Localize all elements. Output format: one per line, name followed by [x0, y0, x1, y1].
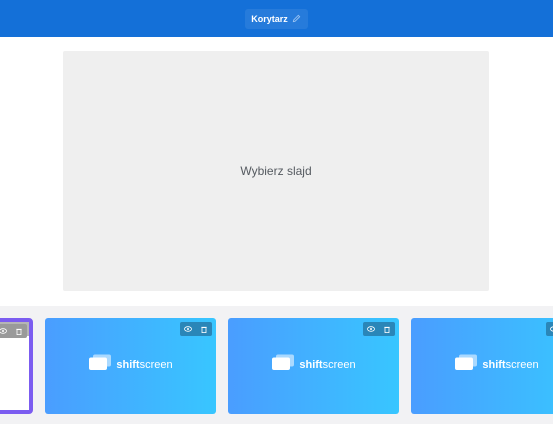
logo-text: shiftscreen: [299, 359, 356, 371]
preview-placeholder: Wybierz slajd: [240, 164, 312, 178]
slides-strip[interactable]: shiftscreen shiftscreen shiftscreen: [0, 306, 553, 424]
pencil-icon[interactable]: [292, 14, 302, 24]
trash-icon[interactable]: [379, 322, 395, 336]
trash-icon[interactable]: [196, 322, 212, 336]
slide-logo: shiftscreen: [45, 354, 216, 376]
board-title[interactable]: Korytarz: [251, 14, 288, 24]
eye-icon[interactable]: [363, 322, 379, 336]
logo-text: shiftscreen: [482, 359, 539, 371]
logo-text: shiftscreen: [116, 359, 173, 371]
slide-thumbnail[interactable]: shiftscreen: [411, 318, 553, 414]
board-title-chip[interactable]: Korytarz: [245, 8, 308, 29]
slide-logo: shiftscreen: [411, 354, 553, 376]
strip-bottom-gap: [0, 424, 553, 435]
slide-logo: shiftscreen: [228, 354, 399, 376]
slide-thumbnail[interactable]: shiftscreen: [45, 318, 216, 414]
slide-thumbnail-selected[interactable]: [0, 318, 33, 414]
shiftscreen-logo-icon: [88, 354, 112, 376]
eye-icon[interactable]: [180, 322, 196, 336]
slide-tools: [180, 322, 212, 336]
eye-icon[interactable]: [0, 324, 11, 338]
slide-tools: [0, 324, 27, 338]
shiftscreen-logo-icon: [271, 354, 295, 376]
slide-tools: [546, 322, 553, 336]
eye-icon[interactable]: [546, 322, 553, 336]
trash-icon[interactable]: [11, 324, 27, 338]
slide-preview-area: Wybierz slajd: [63, 51, 489, 291]
shiftscreen-logo-icon: [454, 354, 478, 376]
slide-tools: [363, 322, 395, 336]
top-bar: Korytarz: [0, 0, 553, 37]
slide-thumbnail[interactable]: shiftscreen: [228, 318, 399, 414]
